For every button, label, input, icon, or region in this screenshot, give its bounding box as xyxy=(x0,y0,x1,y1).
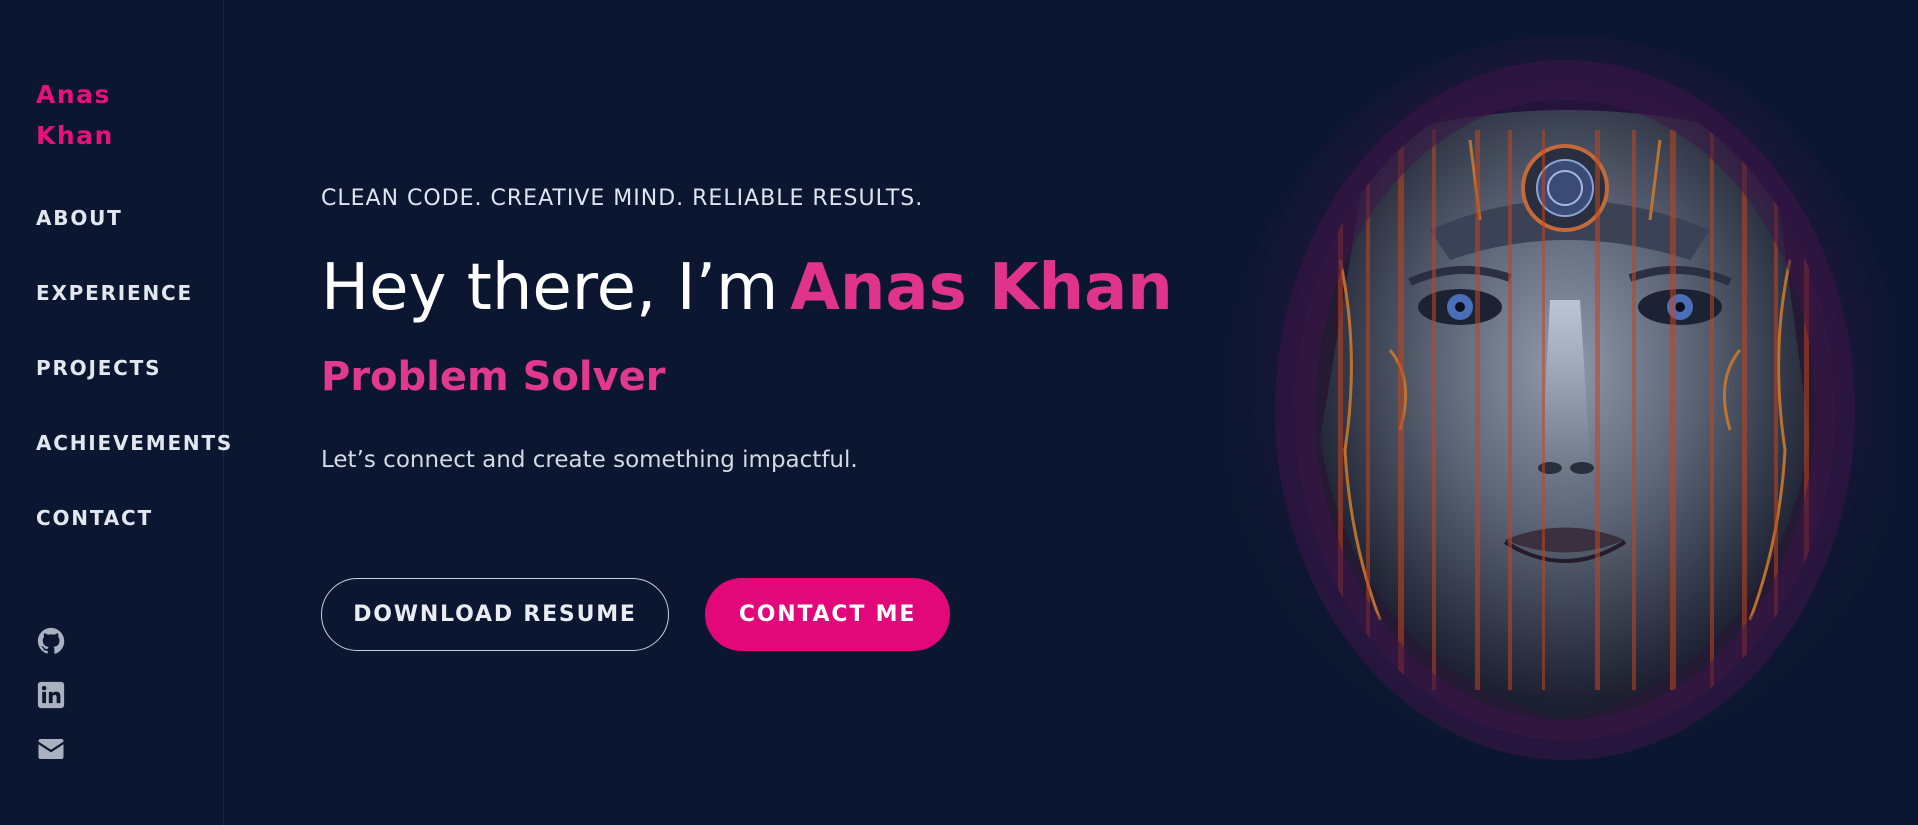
hero-role: Problem Solver xyxy=(321,354,666,400)
brand-first-name: Anas xyxy=(36,80,111,109)
github-icon-glyph xyxy=(37,627,65,654)
email-icon-glyph xyxy=(38,739,64,759)
hero-name: Anas Khan xyxy=(790,251,1173,325)
download-resume-button[interactable]: DOWNLOAD RESUME xyxy=(321,578,669,651)
github-icon[interactable] xyxy=(36,626,66,656)
brand-last-name: Khan xyxy=(36,121,114,150)
hero-portrait-image xyxy=(1170,20,1890,790)
page: Anas Khan ABOUT EXPERIENCE PROJECTS ACHI… xyxy=(0,0,1918,825)
nav-item-contact[interactable]: CONTACT xyxy=(36,506,153,530)
hero-greeting: Hey there, I’m xyxy=(321,251,779,325)
contact-me-button[interactable]: CONTACT ME xyxy=(705,578,950,651)
hero-description: Let’s connect and create something impac… xyxy=(321,447,858,473)
nav-item-projects[interactable]: PROJECTS xyxy=(36,356,161,380)
linkedin-icon[interactable] xyxy=(36,680,66,710)
brand-logo[interactable]: Anas Khan xyxy=(36,74,114,156)
hero-headline: Hey there, I’m Anas Khan xyxy=(321,248,1173,328)
nav-item-experience[interactable]: EXPERIENCE xyxy=(36,281,193,305)
linkedin-icon-glyph xyxy=(37,681,65,709)
nav-item-achievements[interactable]: ACHIEVEMENTS xyxy=(36,431,233,455)
sidebar: Anas Khan ABOUT EXPERIENCE PROJECTS ACHI… xyxy=(0,0,231,825)
cyborg-face-illustration xyxy=(1225,35,1890,775)
hero-tagline: CLEAN CODE. CREATIVE MIND. RELIABLE RESU… xyxy=(321,186,924,211)
nav-item-about[interactable]: ABOUT xyxy=(36,206,123,230)
email-icon[interactable] xyxy=(36,734,66,764)
